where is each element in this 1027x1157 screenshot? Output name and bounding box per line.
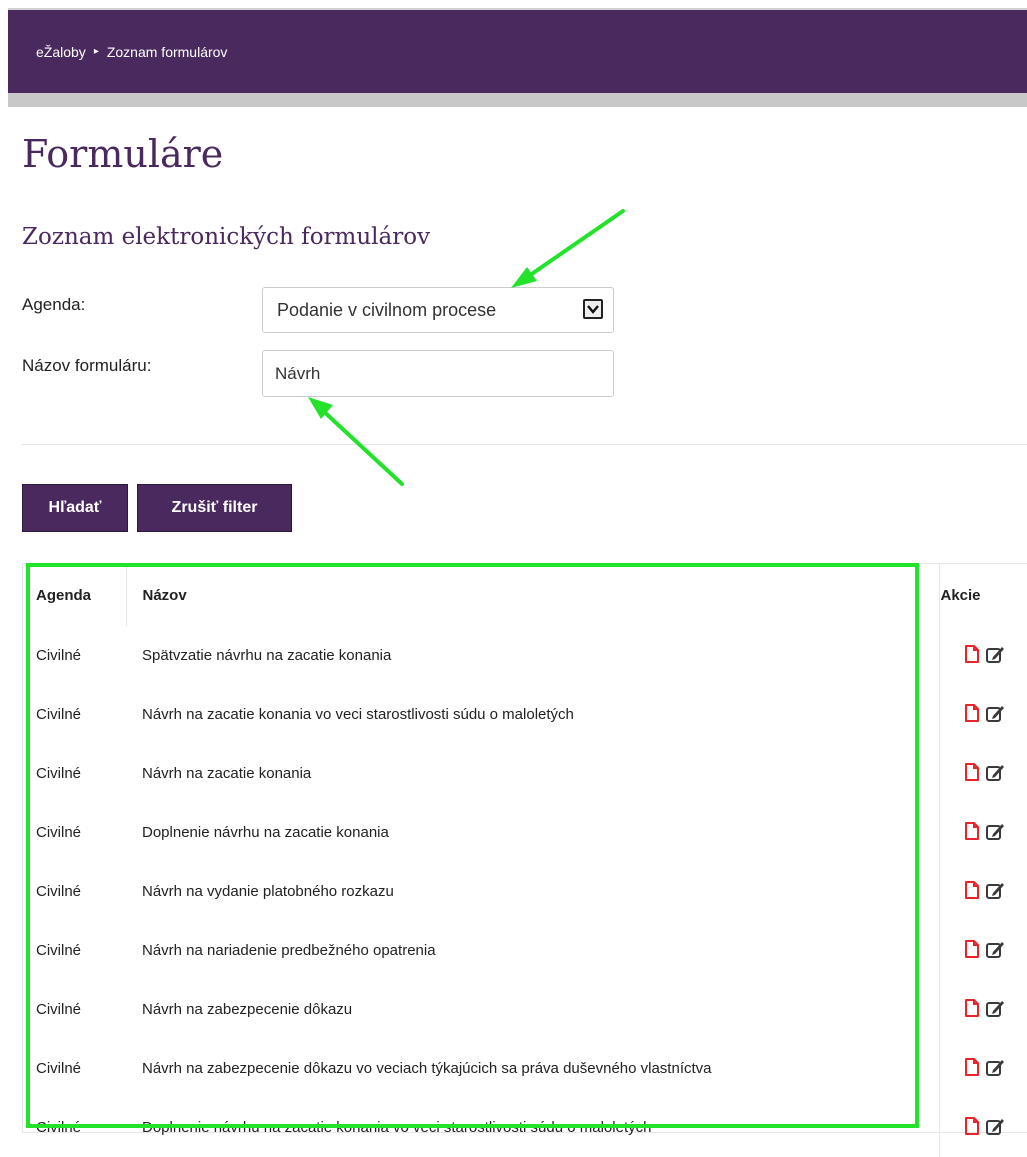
table-header-row: Agenda Názov Akcie [23,564,1027,626]
filter-divider [22,444,1027,445]
form-name-cell: Návrh na zabezpecenie dôkazu vo veciach … [142,1060,712,1077]
breadcrumb-home-link[interactable]: eŽaloby [36,44,86,60]
edit-icon[interactable] [985,762,1005,782]
pdf-file-icon[interactable] [962,939,982,959]
table-row: Civilné Doplnenie návrhu na zacatie konan… [23,1098,1027,1157]
edit-icon[interactable] [985,880,1005,900]
table-row: Civilné Návrh na zacatie konania vo veci … [23,685,1027,744]
clear-filter-button[interactable]: Zrušiť filter [137,484,292,532]
page-title: Formuláre [22,132,224,176]
form-name-cell: Spätvzatie návrhu na zacatie konania [142,647,392,664]
actions-cell [938,921,1027,980]
agenda-cell: Civilné [36,1060,82,1077]
form-name-cell: Návrh na vydanie platobného rozkazu [142,883,394,900]
form-name-cell: Návrh na zacatie konania vo veci starost… [142,706,574,723]
breadcrumb-current: Zoznam formulárov [106,43,228,60]
column-header-agenda[interactable]: Agenda [23,564,126,626]
edit-icon[interactable] [985,939,1005,959]
pdf-file-icon[interactable] [962,644,982,664]
pdf-file-icon[interactable] [962,762,982,782]
actions-cell [938,1039,1027,1098]
form-name-cell: Návrh na nariadenie predbežného opatreni… [142,942,436,959]
form-name-cell: Doplnenie návrhu na zacatie konania [142,824,389,841]
breadcrumb: eŽaloby ▸ Zoznam formulárov [8,10,1027,93]
agenda-cell: Civilné [36,824,82,841]
form-name-cell: Návrh na zacatie konania [142,765,312,782]
form-name-label: Názov formuláru: [22,356,152,375]
form-name-input[interactable] [262,350,614,397]
table-row: Civilné Doplnenie návrhu na zacatie konan… [23,803,1027,862]
actions-cell [938,862,1027,921]
forms-table-container: Agenda Názov Akcie Civilné Spätvzatie náv… [22,563,1027,1157]
edit-icon[interactable] [985,703,1005,723]
table-row: Civilné Návrh na zabezpecenie dôkazu vo v… [23,1039,1027,1098]
pdf-file-icon[interactable] [962,880,982,900]
breadcrumb-separator-icon: ▸ [93,46,99,57]
agenda-cell: Civilné [36,942,82,959]
agenda-select-value: Podanie v civilnom procese [277,299,497,320]
edit-icon[interactable] [985,1057,1005,1077]
table-row: Civilné Návrh na zabezpecenie dôkazu [23,980,1027,1039]
agenda-cell: Civilné [36,1119,82,1136]
actions-cell [938,626,1027,685]
table-row: Civilné Návrh na vydanie platobného rozka… [23,862,1027,921]
table-row: Civilné Návrh na zacatie konania [23,744,1027,803]
agenda-cell: Civilné [36,1001,82,1018]
actions-cell [938,744,1027,803]
agenda-cell: Civilné [36,765,82,782]
annotation-arrow-name [308,397,404,486]
agenda-cell: Civilné [36,883,82,900]
actions-cell [938,685,1027,744]
agenda-cell: Civilné [36,706,82,723]
edit-icon[interactable] [985,998,1005,1018]
forms-table: Agenda Názov Akcie Civilné Spätvzatie náv… [23,564,1027,1157]
agenda-cell: Civilné [36,647,82,664]
pdf-file-icon[interactable] [962,821,982,841]
agenda-select[interactable]: Podanie v civilnom procese [262,287,614,333]
column-header-name[interactable]: Názov [125,564,939,626]
chevron-down-icon[interactable] [583,299,603,319]
agenda-label: Agenda: [22,295,86,314]
actions-cell [938,980,1027,1039]
search-button[interactable]: Hľadať [22,484,128,532]
header-divider-bar [8,93,1027,107]
edit-icon[interactable] [985,821,1005,841]
table-row: Civilné Spätvzatie návrhu na zacatie kona… [23,626,1027,685]
edit-icon[interactable] [985,644,1005,664]
form-name-cell: Návrh na zabezpecenie dôkazu [142,1001,353,1018]
form-name-cell: Doplnenie návrhu na zacatie konania vo v… [142,1119,652,1136]
pdf-file-icon[interactable] [962,998,982,1018]
pdf-file-icon[interactable] [962,703,982,723]
annotation-arrow-agenda [511,209,625,288]
column-header-actions: Akcie [938,564,1027,626]
actions-cell [938,1098,1027,1157]
pdf-file-icon[interactable] [962,1057,982,1077]
section-title: Zoznam elektronických formulárov [22,224,431,250]
table-row: Civilné Návrh na nariadenie predbežného o… [23,921,1027,980]
actions-cell [938,803,1027,862]
